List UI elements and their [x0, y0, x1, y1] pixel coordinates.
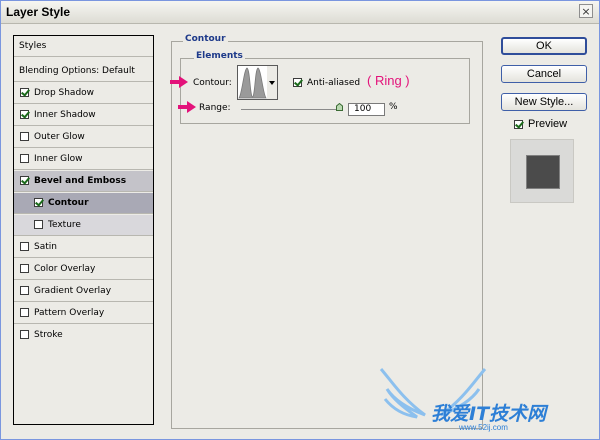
range-slider-track[interactable] [241, 109, 341, 110]
contour-label: Contour: [193, 78, 232, 88]
style-item-bevel-emboss[interactable]: Bevel and Emboss [14, 171, 153, 192]
style-item-label: Inner Shadow [34, 110, 96, 120]
style-item-label: Pattern Overlay [34, 308, 105, 318]
style-item-label: Color Overlay [34, 264, 96, 274]
ok-button[interactable]: OK [501, 37, 587, 55]
close-button[interactable]: × [579, 4, 593, 18]
style-item-texture[interactable]: Texture [14, 215, 153, 236]
preview-label: Preview [528, 118, 568, 130]
layer-style-dialog: Layer Style × Styles Blending Options: D… [0, 0, 600, 440]
section-title: Contour [183, 34, 228, 44]
stroke-checkbox[interactable] [20, 330, 29, 339]
style-preview-box [510, 139, 574, 203]
style-item-pattern-overlay[interactable]: Pattern Overlay [14, 303, 153, 324]
style-item-color-overlay[interactable]: Color Overlay [14, 259, 153, 280]
preview-swatch [527, 156, 559, 188]
anti-aliased-checkbox[interactable] [293, 78, 302, 87]
satin-checkbox[interactable] [20, 242, 29, 251]
new-style-button[interactable]: New Style... [501, 93, 587, 111]
color-overlay-checkbox[interactable] [20, 264, 29, 273]
blending-options-item[interactable]: Blending Options: Default [14, 61, 153, 82]
style-item-label: Inner Glow [34, 154, 83, 164]
style-item-satin[interactable]: Satin [14, 237, 153, 258]
range-label: Range: [199, 103, 231, 113]
style-item-outer-glow[interactable]: Outer Glow [14, 127, 153, 148]
style-item-label: Outer Glow [34, 132, 85, 142]
annotation-arrow-icon [170, 76, 188, 88]
drop-shadow-checkbox[interactable] [20, 88, 29, 97]
elements-group-frame [180, 58, 470, 124]
range-input[interactable]: 100 [348, 103, 385, 116]
elements-group-title: Elements [194, 51, 245, 61]
styles-header[interactable]: Styles [14, 36, 153, 57]
style-item-label: Bevel and Emboss [34, 176, 127, 186]
contour-checkbox[interactable] [34, 198, 43, 207]
style-item-drop-shadow[interactable]: Drop Shadow [14, 83, 153, 104]
style-item-inner-glow[interactable]: Inner Glow [14, 149, 153, 170]
style-item-label: Contour [48, 198, 89, 208]
dialog-title: Layer Style [6, 5, 71, 19]
range-unit: % [389, 102, 398, 112]
texture-checkbox[interactable] [34, 220, 43, 229]
gradient-overlay-checkbox[interactable] [20, 286, 29, 295]
style-item-gradient-overlay[interactable]: Gradient Overlay [14, 281, 153, 302]
range-slider-thumb[interactable] [336, 103, 343, 111]
style-item-stroke[interactable]: Stroke [14, 325, 153, 346]
watermark-text: 我爱IT技术网 [431, 403, 547, 425]
styles-list: Styles Blending Options: Default Drop Sh… [13, 35, 154, 425]
style-item-label: Drop Shadow [34, 88, 95, 98]
pattern-overlay-checkbox[interactable] [20, 308, 29, 317]
anti-aliased-label: Anti-aliased [307, 78, 361, 88]
style-item-label: Gradient Overlay [34, 286, 112, 296]
annotation-arrow-icon [178, 101, 196, 113]
style-item-contour[interactable]: Contour [14, 193, 153, 214]
inner-shadow-checkbox[interactable] [20, 110, 29, 119]
ring-annotation: ( Ring ) [367, 73, 410, 88]
style-item-inner-shadow[interactable]: Inner Shadow [14, 105, 153, 126]
outer-glow-checkbox[interactable] [20, 132, 29, 141]
title-bar[interactable]: Layer Style × [1, 1, 599, 24]
ring-contour-icon [238, 67, 267, 99]
contour-curve-preview[interactable] [237, 65, 268, 100]
contour-dropdown-button[interactable] [267, 65, 278, 100]
style-item-label: Texture [48, 220, 81, 230]
preview-checkbox[interactable] [514, 120, 523, 129]
watermark-url: www.52ij.com [459, 423, 508, 432]
inner-glow-checkbox[interactable] [20, 154, 29, 163]
style-item-label: Stroke [34, 330, 63, 340]
cancel-button[interactable]: Cancel [501, 65, 587, 83]
style-item-label: Satin [34, 242, 57, 252]
bevel-emboss-checkbox[interactable] [20, 176, 29, 185]
